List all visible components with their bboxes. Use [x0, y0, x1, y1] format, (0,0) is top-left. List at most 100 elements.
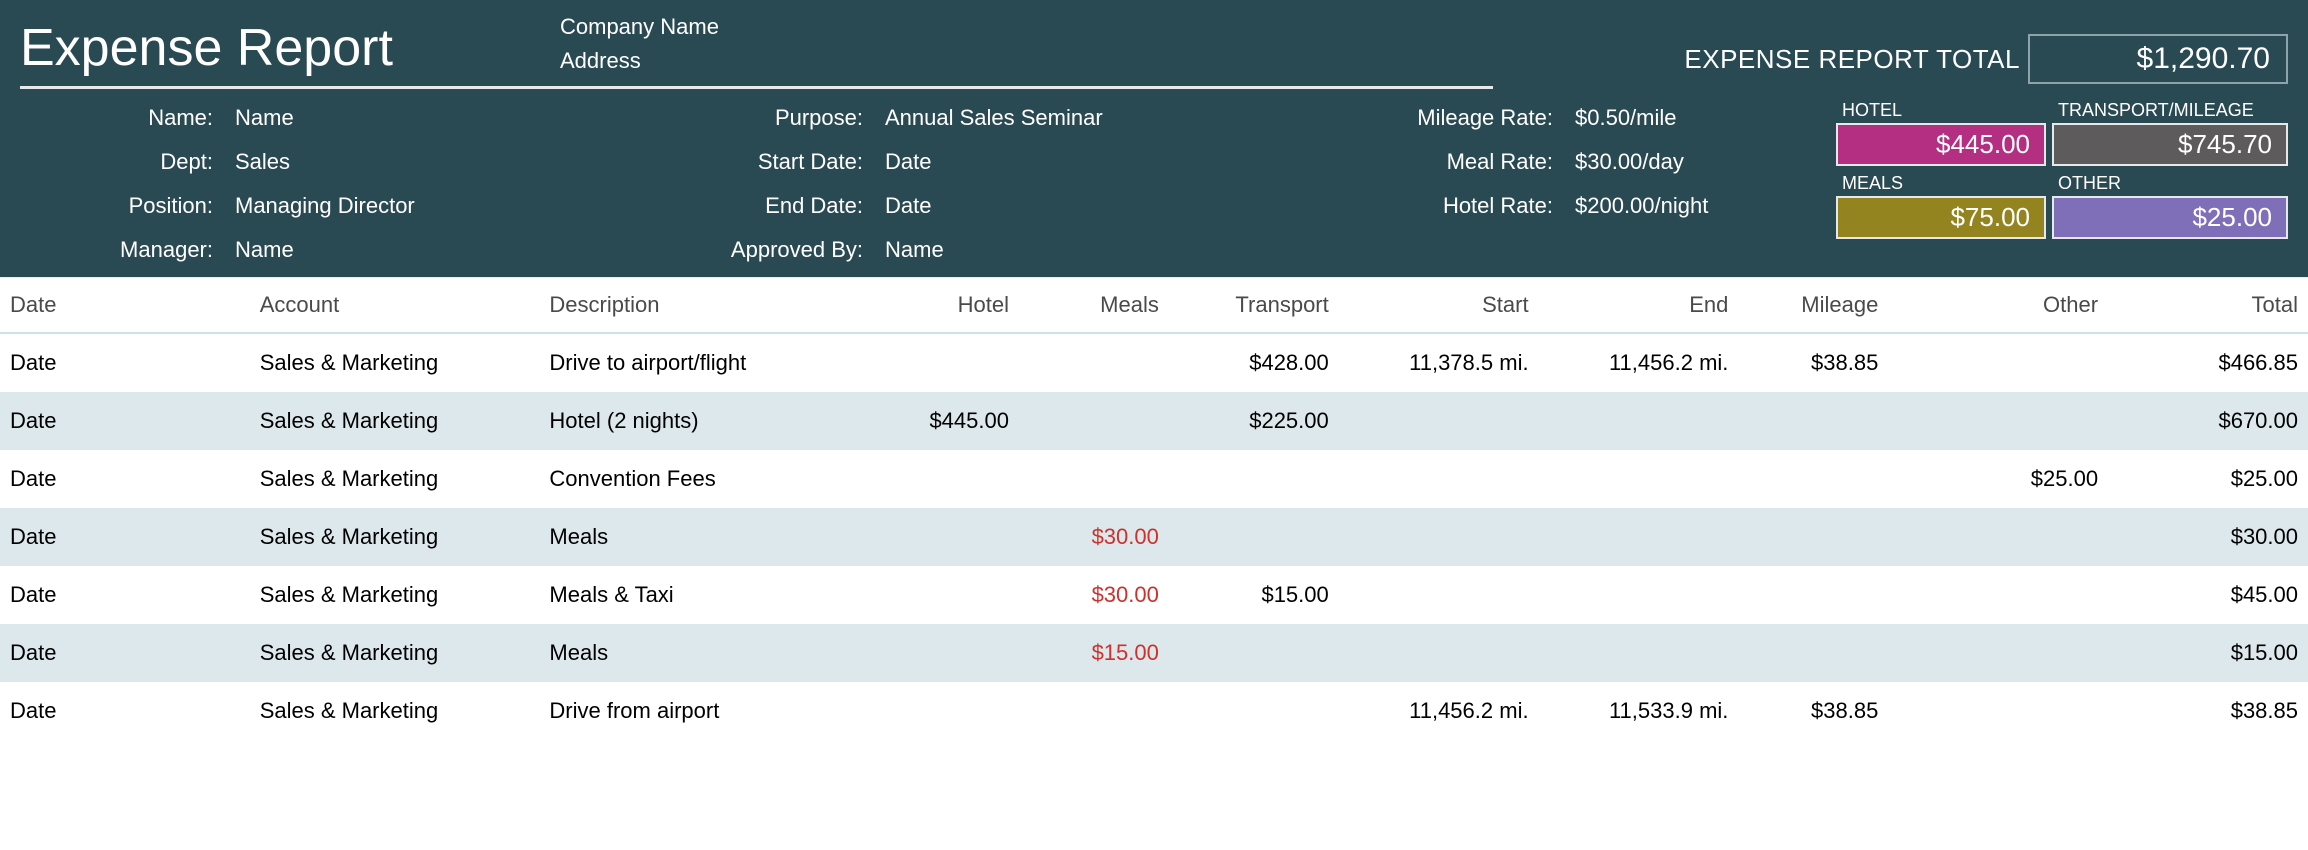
cell-trans: $225.00 — [1169, 392, 1339, 450]
cell-mileage — [1738, 566, 1888, 624]
cell-mileage — [1738, 508, 1888, 566]
tile-other-value: $25.00 — [2052, 196, 2288, 239]
cell-date: Date — [0, 333, 250, 392]
cell-meals: $30.00 — [1019, 508, 1169, 566]
expense-table: Date Account Description Hotel Meals Tra… — [0, 278, 2308, 740]
cell-trans — [1169, 450, 1339, 508]
report-title: Expense Report — [20, 18, 560, 78]
purpose-label: Purpose: — [595, 105, 885, 131]
cell-meals — [1019, 682, 1169, 740]
table-row: DateSales & MarketingConvention Fees$25.… — [0, 450, 2308, 508]
cell-start — [1339, 566, 1539, 624]
company-name: Company Name — [560, 10, 1684, 44]
cell-date: Date — [0, 508, 250, 566]
cell-other — [1888, 392, 2108, 450]
start-date-value: Date — [885, 149, 1285, 175]
cell-other — [1888, 682, 2108, 740]
cell-mileage: $38.85 — [1738, 333, 1888, 392]
cell-desc: Drive from airport — [539, 682, 839, 740]
info-fields: Name: Name Purpose: Annual Sales Seminar… — [20, 97, 1775, 263]
cell-meals — [1019, 450, 1169, 508]
cell-hotel — [839, 450, 1019, 508]
cell-account: Sales & Marketing — [250, 392, 540, 450]
hotel-rate-label: Hotel Rate: — [1285, 193, 1575, 219]
col-hotel: Hotel — [839, 278, 1019, 333]
cell-account: Sales & Marketing — [250, 508, 540, 566]
cell-total: $45.00 — [2108, 566, 2308, 624]
cell-desc: Convention Fees — [539, 450, 839, 508]
name-label: Name: — [20, 105, 235, 131]
cell-trans — [1169, 682, 1339, 740]
tile-hotel-label: HOTEL — [1836, 101, 2046, 121]
position-label: Position: — [20, 193, 235, 219]
tile-other-label: OTHER — [2052, 174, 2288, 194]
cell-trans: $15.00 — [1169, 566, 1339, 624]
approved-by-value: Name — [885, 237, 1285, 263]
cell-desc: Meals — [539, 624, 839, 682]
cell-desc: Drive to airport/flight — [539, 333, 839, 392]
table-row: DateSales & MarketingDrive from airport1… — [0, 682, 2308, 740]
company-block: Company Name Address — [560, 10, 1684, 78]
tile-transport-label: TRANSPORT/MILEAGE — [2052, 101, 2288, 121]
approved-by-label: Approved By: — [595, 237, 885, 263]
col-description: Description — [539, 278, 839, 333]
cell-hotel — [839, 682, 1019, 740]
header-top: Expense Report Company Name Address EXPE… — [20, 10, 2288, 89]
cell-end — [1539, 508, 1739, 566]
cell-hotel: $445.00 — [839, 392, 1019, 450]
cell-end — [1539, 392, 1739, 450]
purpose-value: Annual Sales Seminar — [885, 105, 1285, 131]
col-date: Date — [0, 278, 250, 333]
cell-other — [1888, 333, 2108, 392]
cell-meals: $15.00 — [1019, 624, 1169, 682]
cell-trans: $428.00 — [1169, 333, 1339, 392]
cell-total: $30.00 — [2108, 508, 2308, 566]
cell-hotel — [839, 333, 1019, 392]
manager-label: Manager: — [20, 237, 235, 263]
cell-mileage — [1738, 450, 1888, 508]
cell-mileage: $38.85 — [1738, 682, 1888, 740]
col-meals: Meals — [1019, 278, 1169, 333]
cell-other: $25.00 — [1888, 450, 2108, 508]
cell-end — [1539, 450, 1739, 508]
cell-hotel — [839, 566, 1019, 624]
report-header: Expense Report Company Name Address EXPE… — [0, 0, 2308, 278]
table-row: DateSales & MarketingMeals $30.00 $30.00 — [0, 508, 2308, 566]
cell-account: Sales & Marketing — [250, 624, 540, 682]
summary-tiles: HOTEL TRANSPORT/MILEAGE $445.00 $745.70 … — [1836, 97, 2288, 239]
cell-end — [1539, 624, 1739, 682]
position-value: Managing Director — [235, 193, 595, 219]
cell-start — [1339, 450, 1539, 508]
hotel-rate-value: $200.00/night — [1575, 193, 1775, 219]
col-start: Start — [1339, 278, 1539, 333]
cell-start: 11,456.2 mi. — [1339, 682, 1539, 740]
tile-meals-value: $75.00 — [1836, 196, 2046, 239]
company-address: Address — [560, 44, 1684, 78]
col-end: End — [1539, 278, 1739, 333]
cell-total: $38.85 — [2108, 682, 2308, 740]
table-header-row: Date Account Description Hotel Meals Tra… — [0, 278, 2308, 333]
cell-account: Sales & Marketing — [250, 333, 540, 392]
start-date-label: Start Date: — [595, 149, 885, 175]
table-row: DateSales & MarketingDrive to airport/fl… — [0, 333, 2308, 392]
cell-other — [1888, 566, 2108, 624]
meal-rate-label: Meal Rate: — [1285, 149, 1575, 175]
cell-total: $466.85 — [2108, 333, 2308, 392]
dept-value: Sales — [235, 149, 595, 175]
table-row: DateSales & MarketingMeals$15.00$15.00 — [0, 624, 2308, 682]
tile-hotel-value: $445.00 — [1836, 123, 2046, 166]
total-value: $1,290.70 — [2028, 34, 2288, 84]
cell-account: Sales & Marketing — [250, 450, 540, 508]
cell-date: Date — [0, 682, 250, 740]
cell-other — [1888, 508, 2108, 566]
cell-start — [1339, 508, 1539, 566]
cell-end: 11,456.2 mi. — [1539, 333, 1739, 392]
cell-hotel — [839, 624, 1019, 682]
end-date-value: Date — [885, 193, 1285, 219]
col-transport: Transport — [1169, 278, 1339, 333]
cell-desc: Meals — [539, 508, 839, 566]
cell-desc: Meals & Taxi — [539, 566, 839, 624]
tile-meals-label: MEALS — [1836, 174, 2046, 194]
cell-date: Date — [0, 392, 250, 450]
cell-desc: Hotel (2 nights) — [539, 392, 839, 450]
